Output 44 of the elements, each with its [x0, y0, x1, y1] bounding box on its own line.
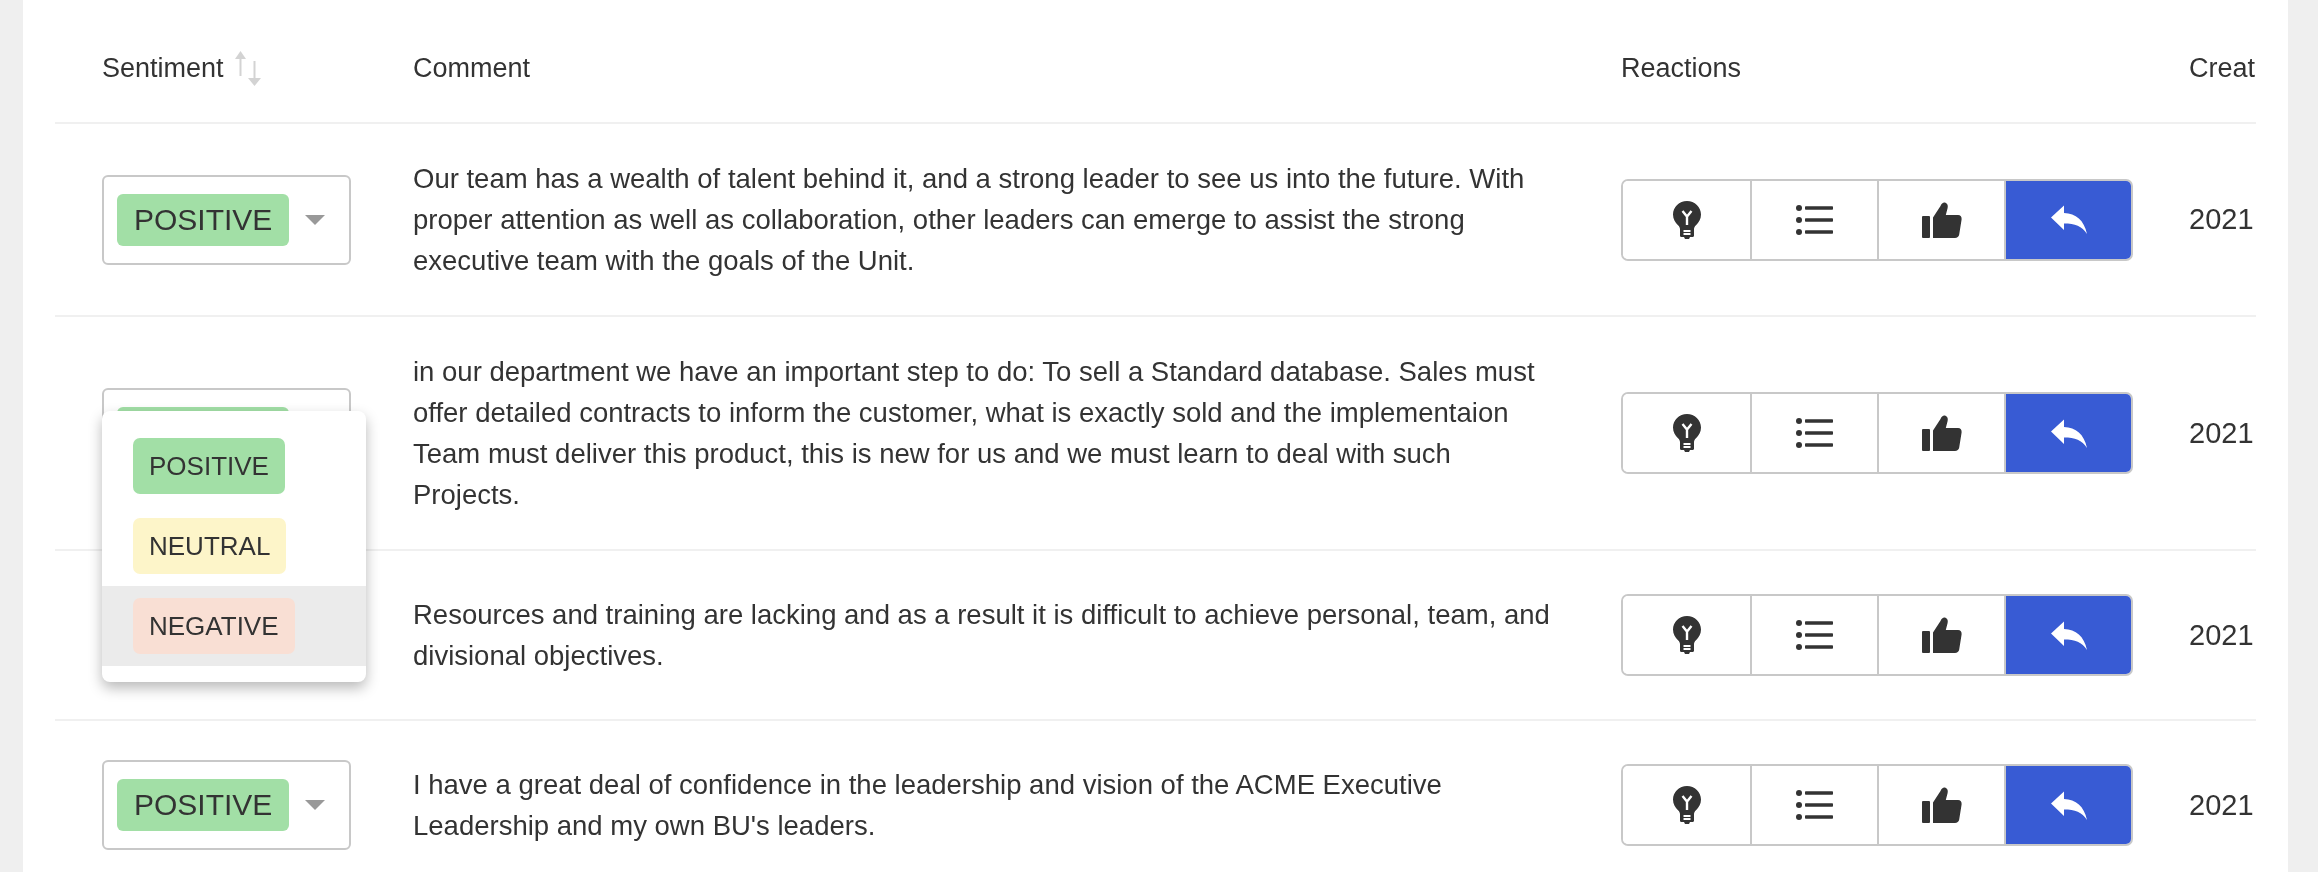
sentiment-select[interactable]: POSITIVE — [102, 760, 351, 850]
reply-icon — [2050, 790, 2087, 820]
column-header: Reactions — [1621, 52, 1742, 84]
reaction-button[interactable] — [2004, 180, 2131, 259]
list-icon — [1796, 204, 1833, 235]
column-header: Comment — [413, 52, 531, 84]
reply-icon — [2050, 620, 2087, 650]
created-date: 2021 — [2189, 618, 2254, 652]
reaction-button[interactable] — [2004, 394, 2131, 472]
comment-text: in our department we have an important step to do: To sell a Standard database. Sales must offer detailed contracts to inform the customer, what is exactly sold and the implementaion Team must deliver this product, this is new for us and we must learn to deal with such Projects. — [413, 355, 1536, 512]
menu-option[interactable]: NEUTRAL — [102, 506, 366, 586]
created-date: 2021 — [2189, 788, 2254, 822]
sentiment-select[interactable]: POSITIVE — [102, 174, 351, 265]
menu-option[interactable]: POSITIVE — [102, 426, 366, 506]
thumbs-up-icon — [1921, 617, 1962, 653]
reaction-button[interactable] — [2004, 596, 2131, 674]
thumbs-up-icon — [1921, 201, 1962, 238]
sentiment-badge: POSITIVE — [117, 193, 290, 246]
comment-text: Our team has a wealth of talent behind it, and a strong leader to see us into the future. With proper attention as well as collaboration, other leaders can emerge to assist the strong executive team with the goals of the Unit. — [413, 162, 1526, 278]
sentiment-badge: POSITIVE — [133, 438, 285, 494]
column-header: Sentiment — [102, 52, 224, 84]
list-icon — [1796, 418, 1833, 448]
thumbs-up-icon — [1921, 415, 1962, 451]
reply-icon — [2050, 205, 2087, 234]
sentiment-badge: NEGATIVE — [133, 598, 295, 654]
column-header: Creat — [2189, 52, 2256, 84]
lightbulb-icon — [1672, 616, 1701, 654]
list-icon — [1796, 620, 1833, 650]
sentiment-badge: NEUTRAL — [133, 518, 287, 574]
comment-text: Resources and training are lacking and as a result it is difficult to achieve personal, team, and divisional objectives. — [413, 598, 1551, 673]
reply-icon — [2050, 418, 2087, 448]
thumbs-up-icon — [1921, 787, 1962, 823]
caret-icon — [305, 214, 326, 225]
lightbulb-icon — [1672, 200, 1701, 239]
list-icon — [1796, 790, 1833, 820]
reaction-button[interactable] — [2004, 766, 2131, 844]
comment-text: I have a great deal of confidence in the leadership and vision of the ACME Executive Leadership and my own BU's leaders. — [413, 768, 1443, 843]
caret-icon — [305, 800, 326, 810]
created-date: 2021 — [2189, 416, 2254, 450]
menu-option[interactable]: NEGATIVE — [102, 586, 366, 666]
lightbulb-icon — [1672, 786, 1701, 824]
sentiment-badge: POSITIVE — [117, 779, 290, 831]
lightbulb-icon — [1672, 414, 1701, 452]
created-date: 2021 — [2189, 203, 2254, 236]
